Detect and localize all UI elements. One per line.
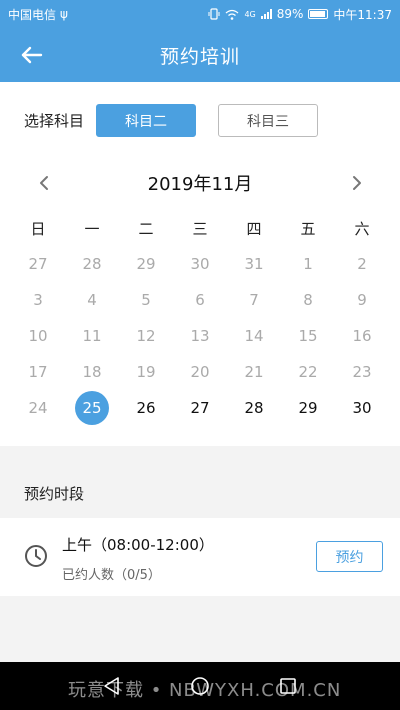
chevron-right-icon xyxy=(353,176,361,190)
calendar-day: 18 xyxy=(82,363,102,381)
calendar-day: 31 xyxy=(244,255,264,273)
usb-icon: ψ xyxy=(60,7,68,21)
battery-percent: 89% xyxy=(276,7,304,21)
calendar-day: 5 xyxy=(141,291,151,309)
calendar-day: 11 xyxy=(82,327,102,345)
calendar-week-row: 10 11 12 13 14 15 16 xyxy=(11,318,389,354)
status-right: 4G 89% 中午11:37 xyxy=(208,6,392,23)
empty-area xyxy=(0,596,400,662)
calendar-week-row: 24 25 26 27 28 29 30 xyxy=(11,390,389,426)
calendar-day: 10 xyxy=(28,327,48,345)
calendar-day: 4 xyxy=(87,291,97,309)
calendar-day[interactable]: 29 xyxy=(281,390,335,426)
section-title: 预约时段 xyxy=(0,468,400,518)
weekday-header-row: 日 一 二 三 四 五 六 xyxy=(11,210,389,246)
calendar-day[interactable]: 26 xyxy=(119,390,173,426)
network-type-label: 4G xyxy=(244,9,256,19)
calendar-day: 22 xyxy=(298,363,318,381)
calendar-day: 1 xyxy=(303,255,313,273)
slot-time-label: 上午（08:00-12:00） xyxy=(62,536,214,554)
time-slot-card: 上午（08:00-12:00） 已约人数（0/5） 预约 xyxy=(0,518,400,596)
selected-day-label: 25 xyxy=(75,391,109,425)
calendar-day: 19 xyxy=(136,363,156,381)
signal-icon xyxy=(260,9,272,19)
calendar-day: 28 xyxy=(82,255,102,273)
calendar-day: 8 xyxy=(303,291,313,309)
status-left: 中国电信 ψ xyxy=(8,6,68,23)
weekday-label: 四 xyxy=(246,219,262,238)
prev-month-button[interactable] xyxy=(32,171,56,195)
vibrate-icon xyxy=(208,8,220,20)
calendar-day: 16 xyxy=(352,327,372,345)
calendar-day[interactable]: 27 xyxy=(173,390,227,426)
calendar-day: 2 xyxy=(357,255,367,273)
calendar-week-row: 27 28 29 30 31 1 2 xyxy=(11,246,389,282)
calendar-day: 9 xyxy=(357,291,367,309)
section-divider xyxy=(0,446,400,468)
weekday-label: 一 xyxy=(84,219,100,238)
book-button[interactable]: 预约 xyxy=(316,541,383,572)
weekday-label: 二 xyxy=(138,219,154,238)
battery-icon xyxy=(308,9,329,19)
month-title: 2019年11月 xyxy=(147,174,253,195)
calendar-day: 15 xyxy=(298,327,318,345)
calendar-day: 6 xyxy=(195,291,205,309)
calendar-week-row: 17 18 19 20 21 22 23 xyxy=(11,354,389,390)
carrier-label: 中国电信 xyxy=(8,7,57,22)
calendar-week-row: 3 4 5 6 7 8 9 xyxy=(11,282,389,318)
calendar-day: 30 xyxy=(190,255,210,273)
weekday-label: 六 xyxy=(354,219,370,238)
app-header: 预约培训 xyxy=(0,28,400,82)
slot-count-label: 已约人数（0/5） xyxy=(62,568,161,583)
back-button[interactable] xyxy=(14,38,50,72)
calendar-grid: 日 一 二 三 四 五 六 27 28 29 30 31 1 2 3 4 5 6… xyxy=(11,210,389,426)
subject-selector: 选择科目 科目二 科目三 xyxy=(24,104,340,137)
calendar-day: 21 xyxy=(244,363,264,381)
calendar-day-selected[interactable]: 25 xyxy=(65,390,119,426)
clock-icon xyxy=(25,545,47,567)
month-navigation: 2019年11月 xyxy=(0,166,400,200)
calendar-day: 29 xyxy=(136,255,156,273)
calendar-day: 3 xyxy=(33,291,43,309)
calendar-day: 13 xyxy=(190,327,210,345)
weekday-label: 五 xyxy=(300,219,316,238)
calendar-day: 24 xyxy=(28,399,48,417)
arrow-left-icon xyxy=(21,46,43,64)
clock-time: 中午11:37 xyxy=(333,7,392,22)
chevron-left-icon xyxy=(40,176,48,190)
watermark-text: 玩意下载 • NBWYXH.COM.CN xyxy=(68,680,342,701)
subject-option-3-button[interactable]: 科目三 xyxy=(218,104,318,137)
subject-option-2-button[interactable]: 科目二 xyxy=(96,104,196,137)
calendar-day[interactable]: 30 xyxy=(335,390,389,426)
calendar-day: 7 xyxy=(249,291,259,309)
next-month-button[interactable] xyxy=(345,171,369,195)
calendar-day: 12 xyxy=(136,327,156,345)
wifi-icon xyxy=(226,9,239,20)
status-bar: 中国电信 ψ 4G 89% 中午11:37 xyxy=(0,0,400,28)
subject-label: 选择科目 xyxy=(24,112,85,130)
weekday-label: 日 xyxy=(30,219,46,238)
page-title: 预约培训 xyxy=(159,45,240,68)
calendar-day: 14 xyxy=(244,327,264,345)
calendar-day: 17 xyxy=(28,363,48,381)
calendar-day[interactable]: 28 xyxy=(227,390,281,426)
calendar-day: 20 xyxy=(190,363,210,381)
weekday-label: 三 xyxy=(192,219,208,238)
calendar-day: 23 xyxy=(352,363,372,381)
calendar-day: 27 xyxy=(28,255,48,273)
